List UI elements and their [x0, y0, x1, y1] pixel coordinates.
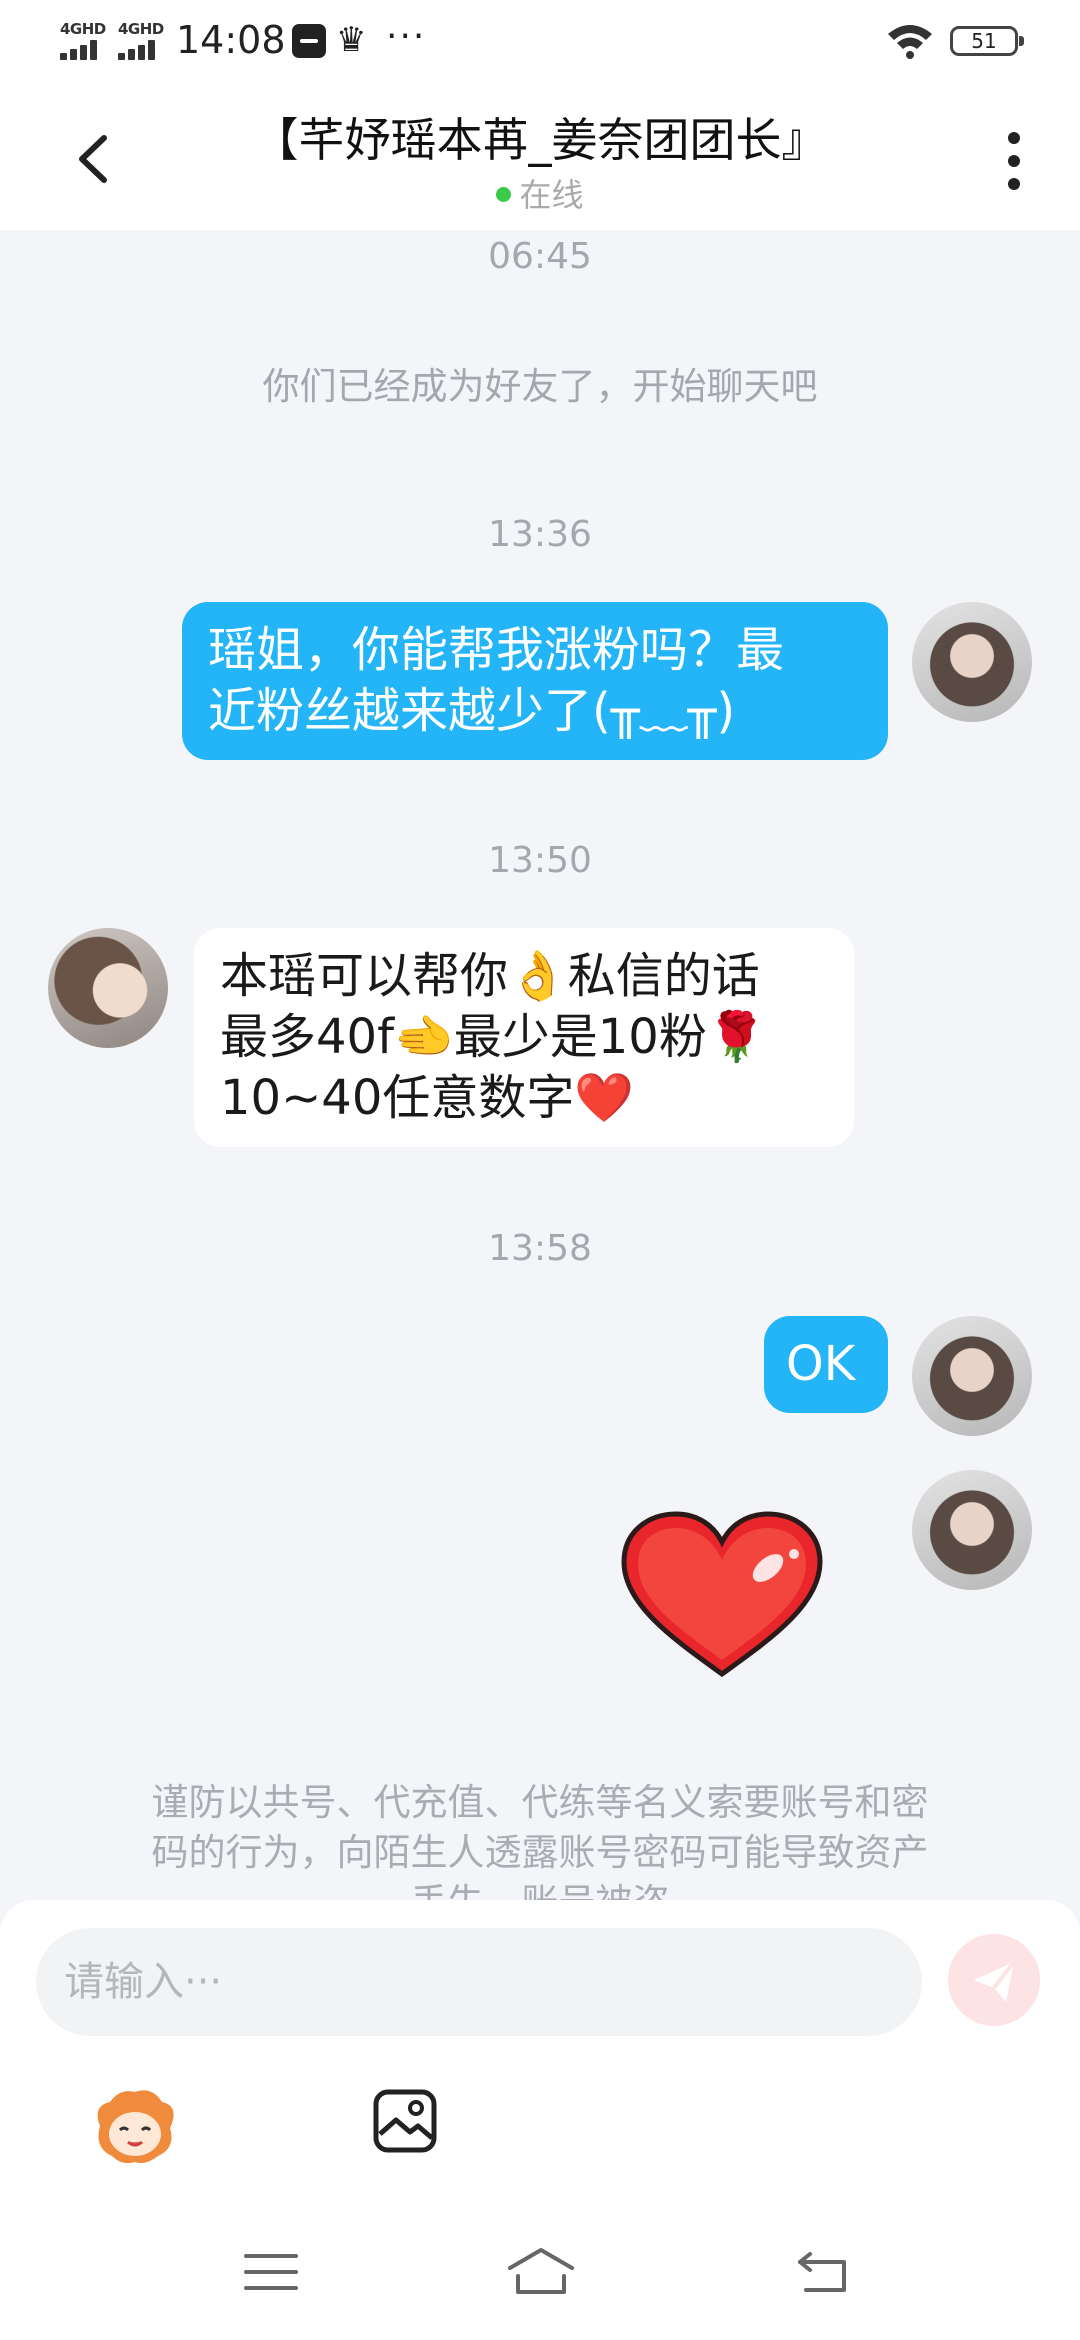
- message-input[interactable]: [36, 1928, 922, 2036]
- avatar[interactable]: [48, 928, 168, 1048]
- warning-line: 丢失、账号被盗: [100, 1878, 980, 1902]
- send-icon: [974, 1960, 1016, 2002]
- message-line: OK: [786, 1336, 856, 1392]
- message-line: 本瑶可以帮你👌私信的话: [220, 948, 760, 1004]
- online-status-label: 在线: [519, 176, 584, 214]
- timestamp: 13:58: [488, 1228, 592, 1269]
- back-icon[interactable]: [796, 2250, 852, 2294]
- system-message: 你们已经成为好友了，开始聊天吧: [262, 365, 818, 408]
- outgoing-message[interactable]: 瑶姐，你能帮我涨粉吗？最 近粉丝越来越少了(╥﹏╥): [182, 602, 888, 760]
- timestamp: 13:50: [488, 840, 592, 881]
- chat-title: 【芊妤瑶本苒_姜奈团团长』: [252, 113, 828, 167]
- warning-line: 谨防以共号、代充值、代练等名义索要账号和密: [151, 1781, 929, 1824]
- timestamp: 06:45: [488, 236, 592, 277]
- chat-header: 【芊妤瑶本苒_姜奈团团长』 在线: [0, 84, 1080, 230]
- network-label: 4GHD: [60, 20, 106, 38]
- crown-icon: ♛: [336, 20, 367, 60]
- online-dot-icon: [496, 187, 512, 202]
- outgoing-message[interactable]: OK: [764, 1316, 888, 1413]
- message-line: 近粉丝越来越少了(╥﹏╥): [208, 683, 736, 739]
- status-bar: 4GHD 4GHD 14:08 ♛ ··· 51: [0, 0, 1080, 84]
- avatar[interactable]: [912, 1316, 1032, 1436]
- emoji-icon[interactable]: [90, 2086, 180, 2166]
- message-line: 瑶姐，你能帮我涨粉吗？最: [208, 622, 785, 678]
- online-status: 在线: [0, 170, 1080, 216]
- image-icon[interactable]: [372, 2088, 438, 2154]
- battery-icon: 51: [950, 26, 1024, 56]
- avatar[interactable]: [912, 1470, 1032, 1590]
- message-line: 最多40f🫲最少是10粉🌹: [220, 1009, 767, 1065]
- home-icon[interactable]: [506, 2246, 576, 2296]
- more-vertical-icon[interactable]: [1000, 126, 1030, 196]
- incoming-message[interactable]: 本瑶可以帮你👌私信的话 最多40f🫲最少是10粉🌹 10~40任意数字❤️: [194, 928, 854, 1147]
- message-line: 10~40任意数字❤️: [220, 1070, 635, 1126]
- network-label: 4GHD: [118, 20, 164, 38]
- clock: 14:08: [176, 18, 286, 62]
- menu-icon[interactable]: [244, 2252, 298, 2292]
- wifi-icon: [888, 25, 932, 59]
- safety-warning: 谨防以共号、代充值、代练等名义索要账号和密 码的行为，向陌生人透露账号密码可能导…: [100, 1778, 980, 1902]
- warning-line: 码的行为，向陌生人透露账号密码可能导致资产: [151, 1831, 929, 1874]
- timestamp: 13:36: [488, 514, 592, 555]
- send-button[interactable]: [948, 1934, 1040, 2026]
- more-dots-icon: ···: [386, 16, 427, 57]
- avatar[interactable]: [912, 602, 1032, 722]
- heart-sticker[interactable]: [618, 1510, 826, 1680]
- app-notification-icon: [292, 24, 326, 58]
